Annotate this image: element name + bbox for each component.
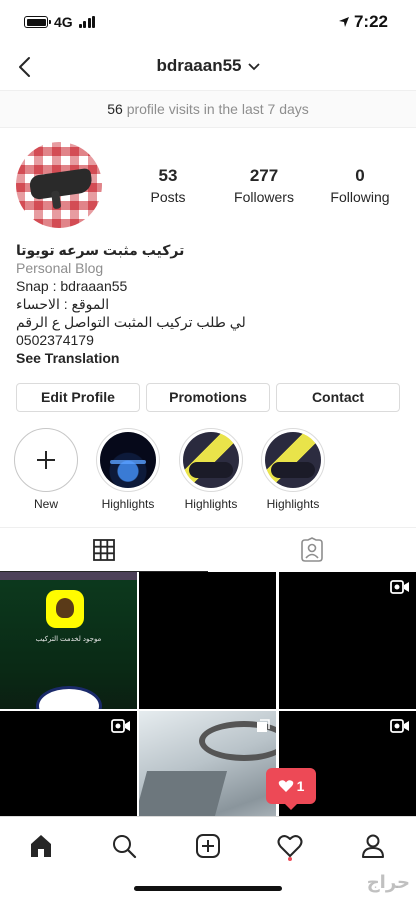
- nav-search[interactable]: [107, 829, 141, 863]
- highlight-label: Highlights: [184, 497, 238, 511]
- clock: 7:22: [353, 12, 388, 31]
- highlight-item[interactable]: Highlights: [178, 428, 244, 511]
- highlight-cover: [265, 432, 321, 488]
- see-translation-link[interactable]: See Translation: [16, 349, 400, 367]
- tab-tagged[interactable]: [208, 528, 416, 572]
- battery-icon: [24, 16, 51, 28]
- stat-label: Followers: [234, 189, 294, 205]
- heart-icon: [278, 780, 293, 792]
- highlight-new[interactable]: New: [13, 428, 79, 511]
- avatar[interactable]: [16, 142, 102, 228]
- profile-category: Personal Blog: [16, 260, 104, 276]
- chevron-down-icon: [247, 62, 260, 70]
- post-caption: موجود لخدمت التركيب: [35, 636, 102, 643]
- watermark: حراج: [366, 872, 410, 892]
- tab-grid[interactable]: [0, 528, 208, 572]
- story-highlights: New Highlights Highlights Highlights: [0, 428, 416, 518]
- highlight-label: Highlights: [266, 497, 320, 511]
- nav-home[interactable]: [24, 829, 58, 863]
- activity-indicator-dot: [288, 857, 292, 861]
- plus-icon: [37, 451, 55, 469]
- tagged-person-icon: [301, 537, 323, 562]
- visits-text: profile visits in the last 7 days: [126, 101, 309, 117]
- like-notification[interactable]: 1: [266, 768, 316, 810]
- stat-posts[interactable]: 53 Posts: [128, 166, 208, 205]
- status-bar: 4G 7:22: [0, 0, 416, 44]
- nav-profile[interactable]: [356, 829, 390, 863]
- post-thumbnail[interactable]: [279, 572, 416, 709]
- heart-icon: [277, 835, 303, 857]
- highlight-item[interactable]: Highlights: [260, 428, 326, 511]
- profile-visits-banner[interactable]: 56 profile visits in the last 7 days: [0, 90, 416, 128]
- profile-actions: Edit Profile Promotions Contact: [16, 383, 400, 412]
- stat-followers[interactable]: 277 Followers: [224, 166, 304, 205]
- search-icon: [113, 835, 137, 859]
- grid-icon: [93, 538, 115, 561]
- like-count: 1: [296, 778, 305, 794]
- visits-count: 56: [107, 101, 123, 117]
- highlight-item[interactable]: Highlights: [95, 428, 161, 511]
- stat-following[interactable]: 0 Following: [320, 166, 400, 205]
- account-switcher[interactable]: bdraaan55: [0, 56, 416, 76]
- highlight-label: Highlights: [101, 497, 155, 511]
- highlight-cover: [100, 432, 156, 488]
- video-camera-icon: [390, 580, 409, 594]
- bio-line: الموقع : الاحساء: [16, 296, 110, 312]
- plus-square-icon: [196, 834, 220, 858]
- highlight-cover: [183, 432, 239, 488]
- profile-bio: تركيب مثبت سرعه تويوتا Personal Blog Sna…: [16, 241, 400, 367]
- profile-header: bdraaan55: [0, 44, 416, 90]
- highlight-label: New: [33, 497, 58, 511]
- stat-value: 0: [355, 166, 365, 185]
- profile-name: تركيب مثبت سرعه تويوتا: [16, 242, 185, 258]
- home-icon: [31, 835, 51, 857]
- signal-icon: [78, 16, 96, 28]
- contact-button[interactable]: Contact: [276, 383, 400, 412]
- promotions-button[interactable]: Promotions: [146, 383, 270, 412]
- carousel-icon: [257, 719, 270, 732]
- stat-value: 277: [249, 166, 279, 185]
- network-type: 4G: [54, 14, 73, 30]
- profile-stats: 53 Posts 277 Followers 0 Following: [128, 166, 400, 205]
- location-arrow-icon: [338, 17, 349, 27]
- bio-phone[interactable]: 0502374179: [16, 331, 400, 349]
- person-icon: [362, 834, 384, 858]
- stat-label: Following: [330, 189, 390, 205]
- post-thumbnail[interactable]: [0, 711, 137, 816]
- profile-tabs: [0, 527, 416, 572]
- stat-label: Posts: [150, 189, 186, 205]
- post-thumbnail[interactable]: [139, 572, 276, 709]
- video-camera-icon: [390, 719, 409, 733]
- stat-value: 53: [158, 166, 178, 185]
- post-thumbnail[interactable]: موجود لخدمت التركيب: [0, 572, 137, 709]
- video-camera-icon: [111, 719, 130, 733]
- posts-grid: موجود لخدمت التركيب: [0, 572, 416, 816]
- bio-line: لي طلب تركيب المثبت التواصل ع الرقم: [16, 314, 246, 330]
- home-indicator: [134, 886, 282, 891]
- bio-line: Snap : bdraaan55: [16, 278, 128, 294]
- nav-create[interactable]: [191, 829, 225, 863]
- post-thumbnail[interactable]: [139, 711, 276, 816]
- username: bdraaan55: [156, 56, 242, 75]
- edit-profile-button[interactable]: Edit Profile: [16, 383, 140, 412]
- snapchat-icon: [46, 590, 84, 628]
